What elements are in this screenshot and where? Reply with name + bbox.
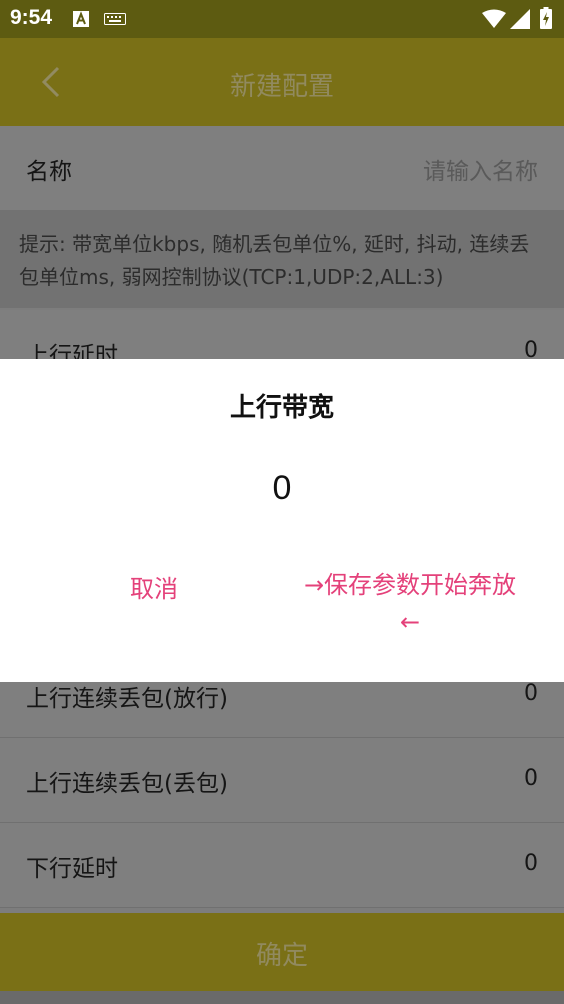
app-bar: 新建配置: [0, 38, 564, 126]
status-bar: 9:54: [0, 0, 564, 38]
keyboard-icon: [104, 13, 126, 25]
dialog-value-input[interactable]: 0: [0, 469, 564, 508]
row-value: 0: [524, 766, 538, 791]
notification-a-icon: [73, 11, 89, 27]
battery-charging-icon: [540, 7, 552, 29]
hint-box: 提示: 带宽单位kbps, 随机丢包单位%, 延时, 抖动, 连续丢包单位ms,…: [0, 210, 564, 308]
uplink-continuous-loss-drop-row[interactable]: 上行连续丢包(丢包) 0: [0, 738, 564, 823]
row-value: 0: [524, 851, 538, 876]
downlink-delay-row[interactable]: 下行延时 0: [0, 823, 564, 908]
row-value: 0: [524, 681, 538, 706]
name-row[interactable]: 名称 请输入名称: [0, 126, 564, 211]
signal-icon: [510, 9, 530, 29]
row-label: 上行连续丢包(丢包): [26, 771, 228, 797]
confirm-label: 确定: [255, 941, 308, 971]
bottom-strip: [0, 991, 564, 1004]
row-label: 下行延时: [26, 856, 118, 882]
page-title: 新建配置: [229, 72, 334, 102]
save-button[interactable]: →保存参数开始奔放←: [300, 567, 520, 641]
hint-text: 提示: 带宽单位kbps, 随机丢包单位%, 延时, 抖动, 连续丢包单位ms,…: [19, 232, 530, 289]
confirm-button[interactable]: 确定: [0, 913, 564, 991]
input-dialog: 上行带宽 0 取消 →保存参数开始奔放←: [0, 359, 564, 682]
status-time: 9:54: [10, 6, 53, 29]
row-label: 上行连续丢包(放行): [26, 686, 228, 712]
dialog-title: 上行带宽: [229, 393, 334, 423]
wifi-icon: [482, 9, 506, 28]
name-input[interactable]: 请输入名称: [423, 152, 538, 186]
cancel-button[interactable]: 取消: [100, 569, 208, 604]
name-label: 名称: [26, 159, 72, 185]
